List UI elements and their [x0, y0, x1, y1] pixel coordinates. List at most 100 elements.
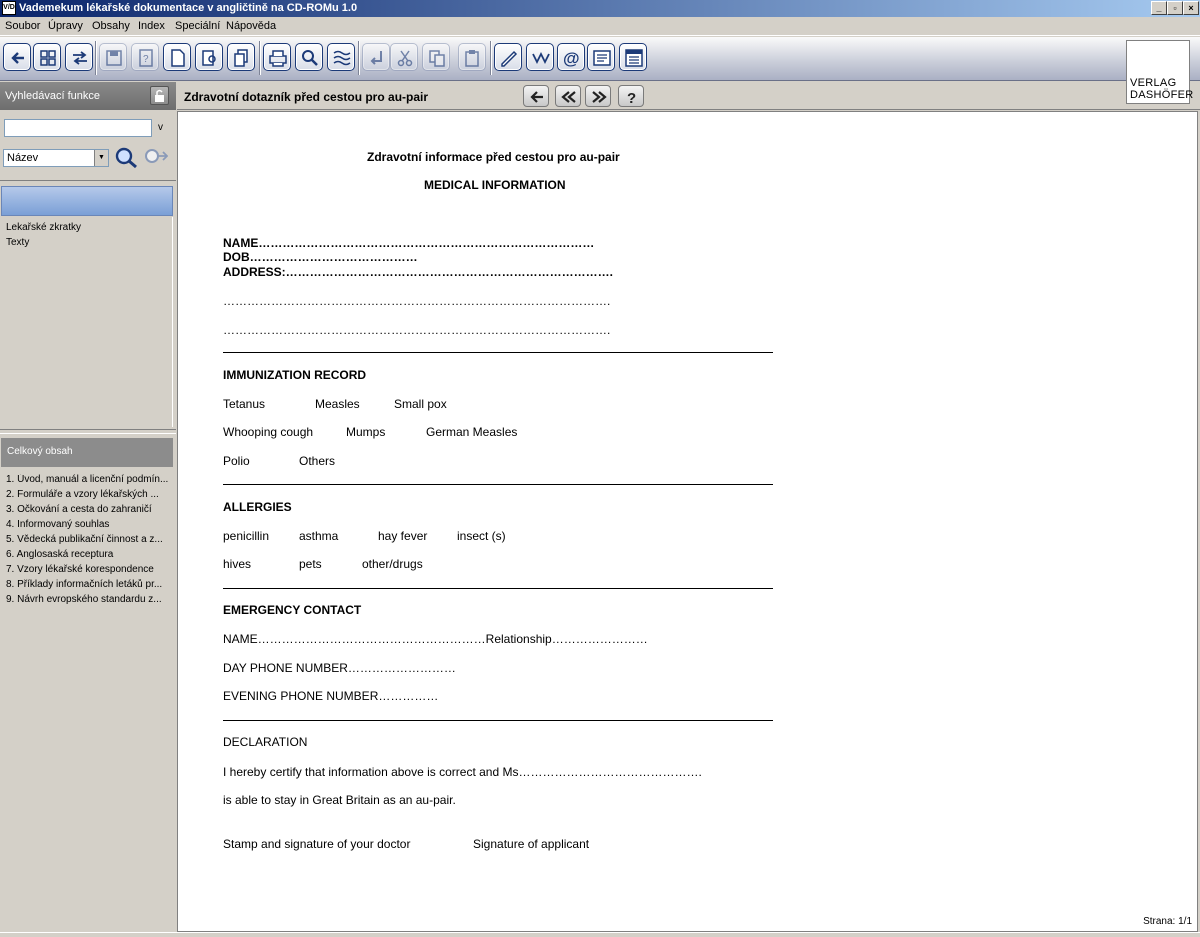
allergy-item: other/drugs: [362, 557, 423, 571]
evening-phone-field: EVENING PHONE NUMBER……………: [223, 689, 439, 703]
menu-upravy[interactable]: Úpravy: [48, 20, 83, 32]
menu-specialni[interactable]: Speciální: [175, 20, 220, 32]
category-header: [1, 186, 173, 216]
contents-item[interactable]: 1. Úvod, manuál a licenční podmín...: [6, 474, 171, 485]
logo-line-2: DASHÖFER: [1130, 89, 1194, 101]
search-icon[interactable]: [295, 43, 323, 71]
save-icon[interactable]: [99, 43, 127, 71]
contents-item[interactable]: 4. Informovaný souhlas: [6, 519, 171, 530]
svg-text:@: @: [563, 49, 580, 68]
logo-line-1: VERLAG: [1130, 77, 1177, 89]
find-page-icon[interactable]: [195, 43, 223, 71]
page-indicator: Strana: 1/1: [1143, 916, 1192, 927]
allergy-item: hay fever: [378, 529, 428, 543]
search-header: Vyhledávací funkce: [0, 82, 176, 110]
app-icon[interactable]: V/D: [2, 1, 16, 15]
category-list: Lekařské zkratky Texty: [1, 217, 173, 427]
edit-icon[interactable]: [494, 43, 522, 71]
window-title: Vademekum lékařské dokumentace v angličt…: [19, 2, 358, 14]
web-icon[interactable]: [526, 43, 554, 71]
contents-item[interactable]: 5. Vědecká publikační činnost a z...: [6, 534, 171, 545]
panel-splitter[interactable]: [0, 429, 176, 434]
dob-field: DOB……………………………………: [223, 250, 418, 264]
status-bar: [0, 932, 1200, 937]
menu-index[interactable]: Index: [138, 20, 165, 32]
portal-icon[interactable]: [619, 43, 647, 71]
address-line-3: …………………………………………………………………………………….: [223, 323, 611, 337]
contents-item[interactable]: 3. Očkování a cesta do zahraničí: [6, 504, 171, 515]
contents-item[interactable]: 6. Anglosaská receptura: [6, 549, 171, 560]
menu-soubor[interactable]: Soubor: [5, 20, 40, 32]
emergency-heading: EMERGENCY CONTACT: [223, 603, 362, 617]
lock-icon[interactable]: [150, 86, 169, 105]
field-select-value: Název: [7, 152, 39, 164]
email-icon[interactable]: @: [557, 43, 585, 71]
search-toggle[interactable]: v: [158, 122, 163, 133]
address-field: ADDRESS:……………………………………………………………………….: [223, 265, 614, 279]
copy-icon[interactable]: [422, 43, 450, 71]
chevron-down-icon[interactable]: ▼: [94, 150, 108, 166]
text-wave-icon[interactable]: [327, 43, 355, 71]
allergy-item: penicillin: [223, 529, 270, 543]
document-title: Zdravotní dotazník před cestou pro au-pa…: [184, 90, 429, 104]
verlag-dashofer-logo: VERLAG DASHÖFER: [1126, 40, 1193, 104]
rewind-icon[interactable]: [555, 85, 581, 107]
copy-page-icon[interactable]: [227, 43, 255, 71]
field-select[interactable]: Název ▼: [3, 149, 109, 167]
fast-forward-icon[interactable]: [585, 85, 611, 107]
search-next-icon[interactable]: [142, 146, 169, 170]
immun-item: German Measles: [426, 425, 518, 439]
link-icon[interactable]: [65, 43, 93, 71]
news-icon[interactable]: [587, 43, 615, 71]
contents-header-label: Celkový obsah: [7, 446, 73, 457]
minimize-button[interactable]: _: [1151, 1, 1167, 15]
form-title-cz: Zdravotní informace před cestou pro au-p…: [367, 150, 620, 164]
contents-item[interactable]: 2. Formuláře a vzory lékařských ...: [6, 489, 171, 500]
page-icon[interactable]: [163, 43, 191, 71]
list-item[interactable]: Lekařské zkratky: [6, 222, 81, 233]
divider: [223, 352, 773, 353]
menu-obsahy[interactable]: Obsahy: [92, 20, 130, 32]
immun-item: Tetanus: [223, 397, 266, 411]
menu-bar: Soubor Úpravy Obsahy Index Speciální Náp…: [0, 17, 1200, 36]
allergy-item: hives: [223, 557, 252, 571]
svg-text:?: ?: [627, 90, 636, 105]
help-page-icon[interactable]: ?: [131, 43, 159, 71]
contents-list: 1. Úvod, manuál a licenční podmín... 2. …: [1, 469, 173, 934]
prev-arrow-icon[interactable]: [523, 85, 549, 107]
print-icon[interactable]: [263, 43, 291, 71]
document-view[interactable]: Zdravotní informace před cestou pro au-p…: [177, 111, 1198, 932]
emergency-name-field: NAME…………………………………………………Relationship………………: [223, 632, 648, 646]
insert-icon[interactable]: [362, 43, 390, 71]
list-item[interactable]: Texty: [6, 237, 29, 248]
declaration-line-1: I hereby certify that information above …: [223, 765, 702, 779]
immun-item: Polio: [223, 454, 250, 468]
menu-napoveda[interactable]: Nápověda: [226, 20, 276, 32]
allergies-heading: ALLERGIES: [223, 500, 292, 514]
help-icon[interactable]: ?: [618, 85, 644, 107]
search-input[interactable]: [4, 119, 152, 137]
title-bar: V/D Vademekum lékařské dokumentace v ang…: [0, 0, 1200, 17]
restore-button[interactable]: ▫: [1167, 1, 1183, 15]
contents-item[interactable]: 7. Vzory lékařské korespondence: [6, 564, 171, 575]
allergy-item: pets: [299, 557, 322, 571]
search-go-icon[interactable]: [113, 146, 139, 170]
name-field: NAME…………………………………………………………………………: [223, 236, 595, 250]
contents-item[interactable]: 8. Příklady informačních letáků pr...: [6, 579, 171, 590]
back-icon[interactable]: [3, 43, 31, 71]
left-panel: Vyhledávací funkce v Název ▼ Lekařské zk…: [0, 82, 176, 937]
immun-item: Mumps: [346, 425, 386, 439]
allergy-item: asthma: [299, 529, 339, 543]
applicant-signature-label: Signature of applicant: [473, 837, 590, 851]
contents-item[interactable]: 9. Návrh evropského standardu z...: [6, 594, 171, 605]
declaration-line-2: is able to stay in Great Britain as an a…: [223, 793, 456, 807]
close-button[interactable]: ×: [1183, 1, 1199, 15]
divider: [223, 720, 773, 721]
immun-item: Small pox: [394, 397, 447, 411]
paste-icon[interactable]: [458, 43, 486, 71]
cut-icon[interactable]: [390, 43, 418, 71]
search-header-label: Vyhledávací funkce: [5, 90, 100, 102]
immun-item: Others: [299, 454, 336, 468]
contents-icon[interactable]: [33, 43, 61, 71]
allergy-item: insect (s): [457, 529, 506, 543]
